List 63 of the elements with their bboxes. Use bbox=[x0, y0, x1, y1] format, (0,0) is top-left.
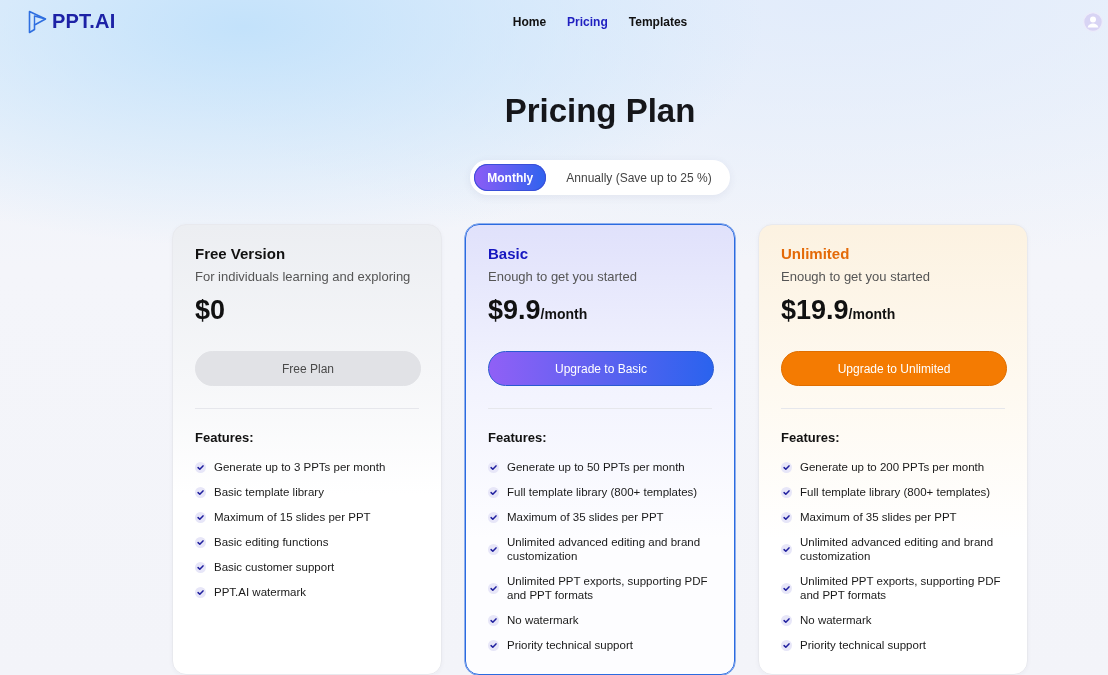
page-title: Pricing Plan bbox=[504, 91, 696, 131]
feature-text: Generate up to 200 PPTs per month bbox=[800, 460, 985, 474]
plan-button[interactable]: Upgrade to Basic bbox=[488, 351, 714, 386]
check-icon bbox=[781, 543, 792, 555]
plan-button[interactable]: Free Plan bbox=[195, 351, 421, 386]
check-icon bbox=[781, 461, 792, 473]
check-icon bbox=[195, 486, 206, 498]
feature-text: Basic customer support bbox=[214, 560, 335, 574]
check-icon bbox=[781, 639, 792, 651]
features-heading: Features: bbox=[781, 429, 841, 447]
feature-text: Priority technical support bbox=[507, 638, 633, 652]
plan-price: $0 bbox=[195, 294, 227, 327]
check-icon bbox=[488, 582, 499, 594]
check-icon bbox=[781, 486, 792, 498]
feature-text: Basic editing functions bbox=[214, 535, 329, 549]
feature-text: No watermark bbox=[507, 613, 579, 627]
features-heading: Features: bbox=[195, 429, 255, 447]
nav-link[interactable]: Templates bbox=[628, 14, 688, 29]
feature-text: Priority technical support bbox=[800, 638, 926, 652]
plan-title: Unlimited bbox=[781, 244, 851, 264]
feature-text: Unlimited advanced editing and brand customization bbox=[800, 535, 995, 563]
brand-wordmark: PPT.AI bbox=[52, 10, 116, 33]
check-icon bbox=[488, 511, 499, 523]
billing-option[interactable]: Annually (Save up to 25 %) bbox=[552, 164, 726, 191]
logo-icon bbox=[28, 9, 47, 34]
check-icon bbox=[488, 461, 499, 473]
check-icon bbox=[195, 536, 206, 548]
billing-option[interactable]: Monthly bbox=[474, 164, 547, 191]
plan-price: $9.9/month bbox=[488, 294, 589, 327]
nav-link[interactable]: Home bbox=[512, 14, 547, 29]
check-icon bbox=[195, 586, 206, 598]
feature-text: Maximum of 35 slides per PPT bbox=[507, 510, 664, 524]
feature-text: Unlimited PPT exports, supporting PDF and PPT formats bbox=[507, 574, 709, 602]
feature-text: Full template library (800+ templates) bbox=[507, 485, 698, 499]
check-icon bbox=[195, 511, 206, 523]
nav-link[interactable]: Pricing bbox=[567, 14, 608, 29]
feature-text: Generate up to 3 PPTs per month bbox=[214, 460, 386, 474]
check-icon bbox=[195, 561, 206, 573]
plan-title: Basic bbox=[488, 244, 530, 264]
plan-tagline: Enough to get you started bbox=[488, 268, 638, 286]
check-icon bbox=[488, 614, 499, 626]
check-icon bbox=[488, 543, 499, 555]
feature-text: Unlimited advanced editing and brand customization bbox=[507, 535, 702, 563]
plan-tagline: For individuals learning and exploring bbox=[195, 268, 412, 286]
feature-text: Generate up to 50 PPTs per month bbox=[507, 460, 685, 474]
feature-text: Basic template library bbox=[214, 485, 324, 499]
check-icon bbox=[781, 511, 792, 523]
features-heading: Features: bbox=[488, 429, 548, 447]
check-icon bbox=[781, 582, 792, 594]
check-icon bbox=[781, 614, 792, 626]
check-icon bbox=[488, 639, 499, 651]
feature-text: No watermark bbox=[800, 613, 872, 627]
feature-text: Unlimited PPT exports, supporting PDF and PPT formats bbox=[800, 574, 1002, 602]
avatar-icon[interactable] bbox=[1083, 11, 1103, 32]
plan-tagline: Enough to get you started bbox=[781, 268, 931, 286]
feature-text: Maximum of 15 slides per PPT bbox=[214, 510, 371, 524]
feature-text: Full template library (800+ templates) bbox=[800, 485, 991, 499]
plan-title: Free Version bbox=[195, 244, 287, 264]
plan-price: $19.9/month bbox=[781, 294, 897, 327]
feature-text: PPT.AI watermark bbox=[214, 585, 307, 599]
feature-text: Maximum of 35 slides per PPT bbox=[800, 510, 957, 524]
check-icon bbox=[488, 486, 499, 498]
check-icon bbox=[195, 461, 206, 473]
